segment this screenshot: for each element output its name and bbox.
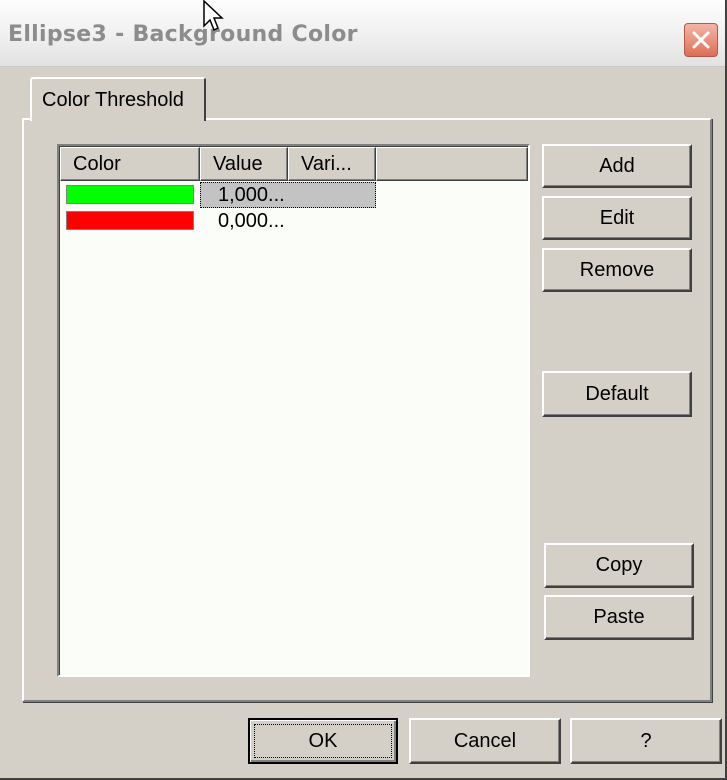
- edit-button[interactable]: Edit: [542, 196, 692, 240]
- remove-button[interactable]: Remove: [542, 248, 692, 292]
- color-swatch: [66, 211, 194, 230]
- cancel-button[interactable]: Cancel: [409, 718, 561, 764]
- column-header-value[interactable]: Value: [200, 147, 288, 181]
- list-header: Color Value Vari...: [60, 147, 528, 181]
- title-bar[interactable]: Ellipse3 - Background Color: [0, 0, 725, 67]
- color-swatch: [66, 185, 194, 204]
- column-header-variation[interactable]: Vari...: [288, 147, 376, 181]
- mouse-cursor-icon: [203, 0, 224, 32]
- default-button[interactable]: Default: [542, 371, 692, 417]
- threshold-value: 1,000...: [218, 184, 285, 206]
- tab-label: Color Threshold: [42, 89, 184, 111]
- close-icon: [692, 31, 710, 49]
- dialog-window: Ellipse3 - Background Color Color Thresh…: [0, 0, 727, 780]
- ok-button[interactable]: OK: [248, 718, 398, 764]
- column-header-empty: [376, 147, 528, 181]
- threshold-list[interactable]: Color Value Vari... 1,000... 0,000...: [57, 144, 530, 677]
- column-header-color[interactable]: Color: [60, 147, 200, 181]
- list-item[interactable]: 0,000...: [60, 208, 380, 234]
- add-button[interactable]: Add: [542, 144, 692, 188]
- paste-button[interactable]: Paste: [544, 595, 694, 640]
- copy-button[interactable]: Copy: [544, 543, 694, 588]
- threshold-value: 0,000...: [218, 210, 285, 232]
- tab-color-threshold[interactable]: Color Threshold: [30, 77, 206, 121]
- list-item[interactable]: 1,000...: [60, 182, 380, 208]
- close-button[interactable]: [684, 23, 718, 57]
- help-button[interactable]: ?: [570, 718, 722, 764]
- window-title: Ellipse3 - Background Color: [8, 22, 358, 47]
